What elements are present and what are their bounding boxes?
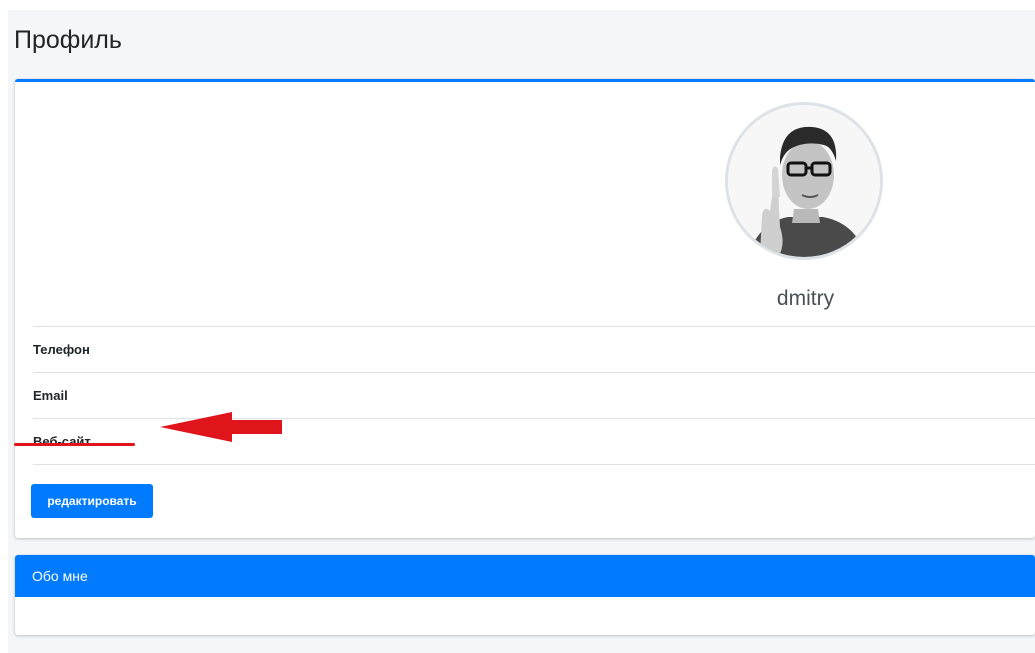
profile-username: dmitry bbox=[776, 287, 835, 310]
profile-card: dmitry Телефон Email Веб-сайт редактиров… bbox=[15, 79, 1035, 538]
profile-info-list: Телефон Email Веб-сайт bbox=[33, 326, 1035, 465]
email-label: Email bbox=[33, 388, 68, 403]
edit-profile-button[interactable]: редактировать bbox=[31, 484, 153, 518]
annotation-underline bbox=[14, 443, 135, 446]
about-title: Обо мне bbox=[32, 568, 88, 584]
about-header: Обо мне bbox=[15, 555, 1035, 597]
phone-label: Телефон bbox=[33, 342, 90, 357]
website-label: Веб-сайт bbox=[33, 434, 91, 449]
avatar-photo-icon bbox=[728, 105, 880, 257]
user-avatar bbox=[725, 102, 883, 260]
annotation-arrow-icon bbox=[160, 412, 282, 442]
about-card: Обо мне bbox=[15, 555, 1035, 635]
info-row-phone: Телефон bbox=[33, 326, 1035, 372]
page-title: Профиль bbox=[14, 26, 122, 54]
